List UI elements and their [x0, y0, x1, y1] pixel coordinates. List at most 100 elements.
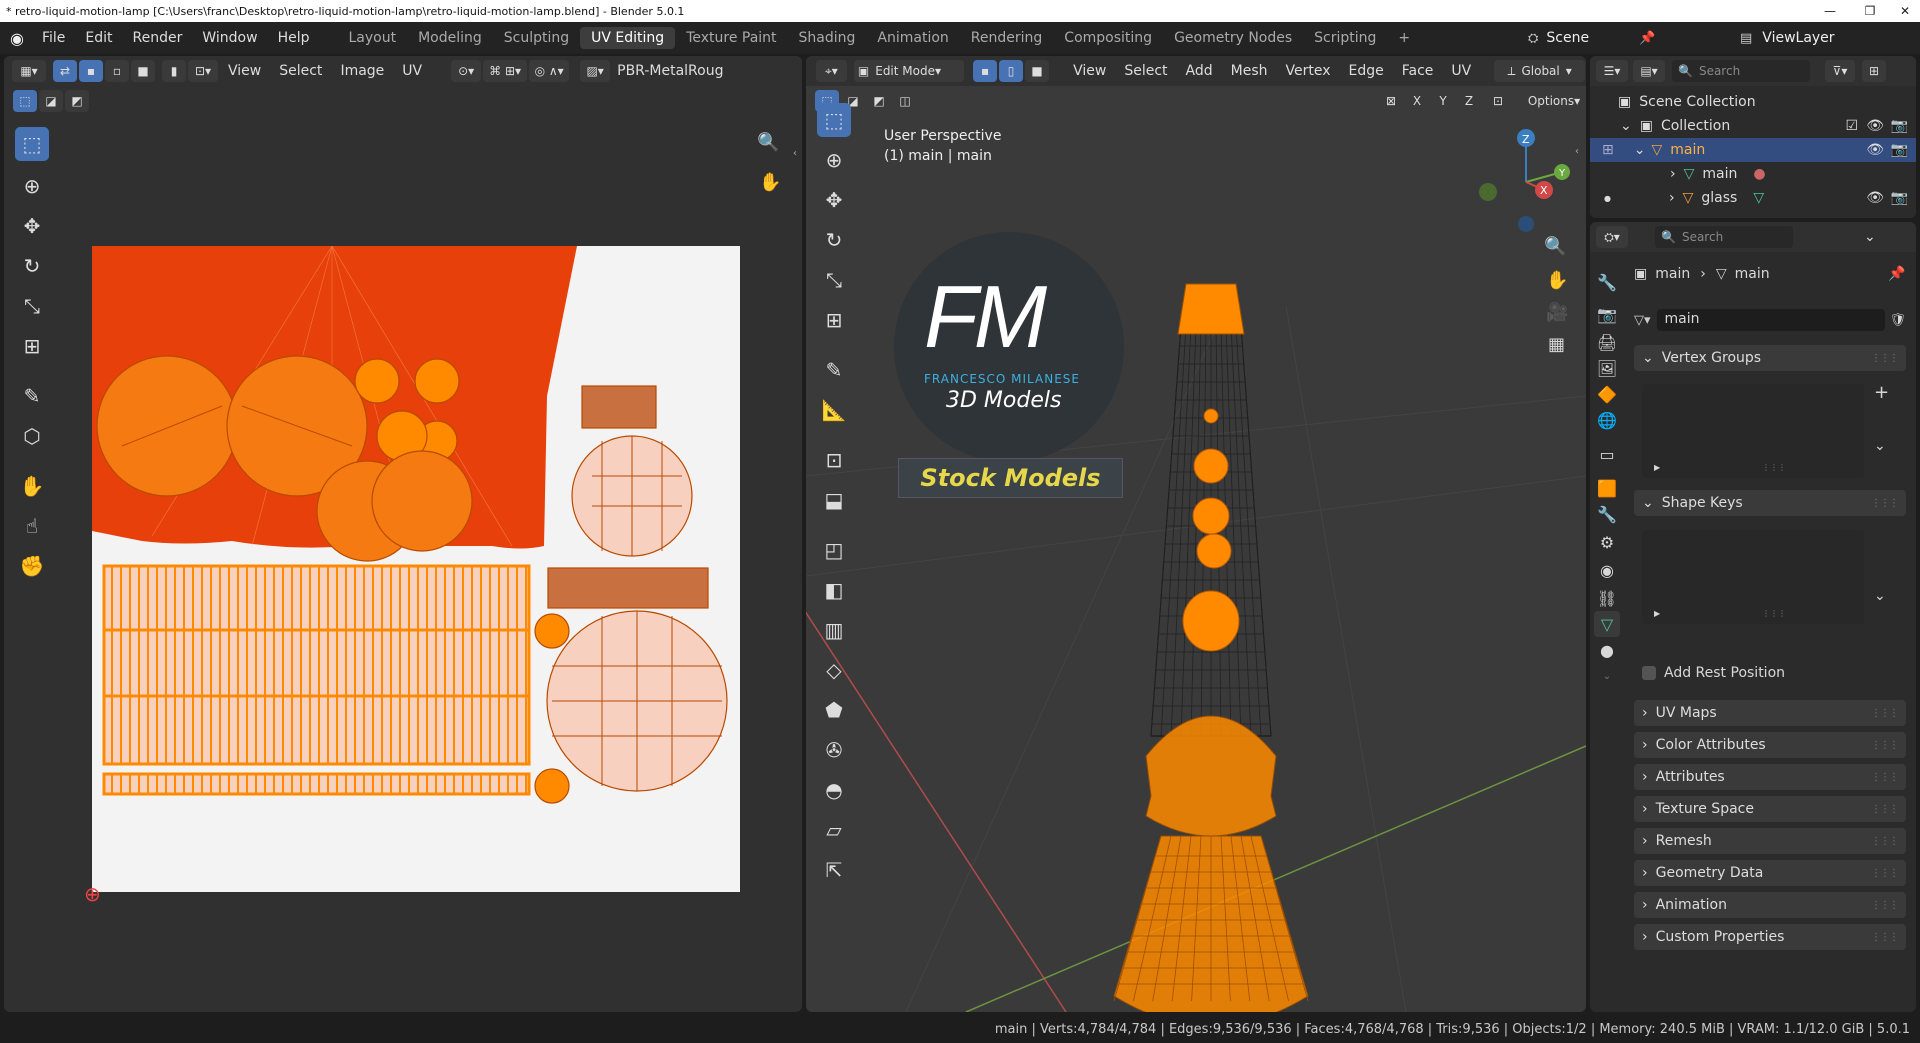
vp-tool-loopcut[interactable]: ▥	[817, 613, 851, 647]
data-block-selector[interactable]: ▽▾ main 🛡	[1634, 307, 1906, 333]
outliner-editor-type-icon[interactable]: ☰▾	[1596, 60, 1628, 82]
more-tabs-icon[interactable]: ⌄	[1594, 663, 1620, 689]
tool-grab[interactable]: ✋	[15, 469, 49, 503]
panel-shape-keys[interactable]: ⌄ Shape Keys ⋮⋮⋮	[1634, 490, 1906, 516]
vp-tool-knife[interactable]: ◇	[817, 653, 851, 687]
material-tab-icon[interactable]: ●	[1594, 637, 1620, 663]
tab-modeling[interactable]: Modeling	[407, 27, 493, 49]
select-extend-icon[interactable]: ◪	[39, 90, 63, 112]
props-editor-type-icon[interactable]: ⛭▾	[1596, 226, 1628, 248]
vp-tool-edge-slide[interactable]: ▱	[817, 813, 851, 847]
tab-uv-editing[interactable]: UV Editing	[580, 27, 676, 49]
menu-edit[interactable]: Edit	[75, 30, 122, 46]
vp-tool-extrude[interactable]: ⬓	[817, 483, 851, 517]
expand-arrow-icon[interactable]: ›	[1670, 166, 1676, 182]
uv-menu-image[interactable]: Image	[331, 63, 393, 79]
blender-logo-icon[interactable]: ◉	[0, 29, 32, 48]
render-camera-icon[interactable]: 📷	[1891, 118, 1908, 134]
tool-move[interactable]: ✥	[15, 209, 49, 243]
collection-tab-icon[interactable]: ▭	[1594, 441, 1620, 467]
view-layer-tab-icon[interactable]: 🖼	[1594, 355, 1620, 381]
add-vertex-group-button[interactable]: +	[1874, 382, 1889, 403]
tool-scale[interactable]: ⤡	[15, 289, 49, 323]
modifier-tab-icon[interactable]: 🔧	[1594, 501, 1620, 527]
pin-icon[interactable]: 📌	[1888, 266, 1905, 282]
vertex-groups-list[interactable]: ▶ ⋮⋮⋮	[1642, 384, 1864, 478]
expand-arrow-icon[interactable]: ›	[1669, 190, 1675, 206]
mode-toggle-icon[interactable]: ⊞	[1602, 142, 1614, 158]
collapse-arrow-icon[interactable]: ⌄	[1634, 142, 1646, 158]
vp-tool-shrink[interactable]: ⇱	[817, 853, 851, 887]
vertex-select-icon[interactable]: ▪	[79, 60, 103, 82]
tab-compositing[interactable]: Compositing	[1053, 27, 1163, 49]
panel-attributes[interactable]: › Attributes ⋮⋮⋮	[1634, 764, 1906, 790]
scene-selector[interactable]: ⛭ Scene 📌	[1528, 26, 1698, 50]
vp-pan-icon[interactable]: ✋	[1546, 270, 1568, 291]
uv-menu-view[interactable]: View	[219, 63, 270, 79]
tool-transform[interactable]: ⊞	[15, 329, 49, 363]
props-options-icon[interactable]: ⌄	[1864, 229, 1876, 245]
vp-tool-measure[interactable]: 📐	[817, 393, 851, 427]
panel-geometry-data[interactable]: › Geometry Data ⋮⋮⋮	[1634, 860, 1906, 886]
pan-hand-icon[interactable]: ✋	[759, 172, 781, 193]
vp-tool-bevel[interactable]: ◧	[817, 573, 851, 607]
ortho-grid-icon[interactable]: ▦	[1548, 334, 1565, 355]
vp-tool-annotate[interactable]: ✎	[817, 353, 851, 387]
maximize-button[interactable]: ❐	[1850, 0, 1890, 22]
panel-animation[interactable]: › Animation ⋮⋮⋮	[1634, 892, 1906, 918]
pin-icon[interactable]: 📌	[1639, 31, 1655, 46]
image-name[interactable]: PBR-MetalRoug	[617, 63, 723, 79]
vp-tool-move[interactable]: ✥	[817, 183, 851, 217]
tab-animation[interactable]: Animation	[866, 27, 959, 49]
panel-remesh[interactable]: › Remesh ⋮⋮⋮	[1634, 828, 1906, 854]
tab-rendering[interactable]: Rendering	[960, 27, 1054, 49]
panel-color-attributes[interactable]: › Color Attributes ⋮⋮⋮	[1634, 732, 1906, 758]
object-tab-icon[interactable]: 🟧	[1594, 475, 1620, 501]
pivot-icon[interactable]: ⊙▾	[451, 60, 482, 82]
vp-tool-scale[interactable]: ⤡	[817, 263, 851, 297]
navigation-gizmo[interactable]: Z Y X	[1476, 122, 1576, 232]
vp-tool-cursor[interactable]: ⊕	[817, 143, 851, 177]
camera-icon[interactable]: 🎥	[1546, 302, 1568, 323]
vp-tool-inset[interactable]: ◰	[817, 533, 851, 567]
panel-custom-properties[interactable]: › Custom Properties ⋮⋮⋮	[1634, 924, 1906, 950]
display-mode-icon[interactable]: ▤▾	[1633, 60, 1665, 82]
outliner-item-glass[interactable]: ● › ▽ glass ▽ 👁 📷	[1590, 186, 1916, 210]
visibility-eye-icon[interactable]: 👁	[1866, 118, 1884, 134]
image-browse-icon[interactable]: ▨▾	[580, 60, 611, 82]
list-expand-icon[interactable]: ▶	[1654, 609, 1660, 618]
collection-row[interactable]: ⌄ ▣ Collection ☑ 👁 📷	[1590, 114, 1916, 138]
tab-scripting[interactable]: Scripting	[1303, 27, 1387, 49]
island-select-icon[interactable]: ▮	[162, 60, 186, 82]
data-tab-icon[interactable]: ▽	[1594, 611, 1620, 637]
vp-tool-add-cube[interactable]: ⊡	[817, 443, 851, 477]
particles-tab-icon[interactable]: ⚙	[1594, 529, 1620, 555]
data-name-field[interactable]: main	[1656, 309, 1886, 331]
add-rest-position-checkbox[interactable]: Add Rest Position	[1642, 665, 1785, 681]
vp-tool-poly-build[interactable]: ⬟	[817, 693, 851, 727]
sidebar-toggle-icon[interactable]: ‹	[793, 148, 797, 159]
tool-cursor[interactable]: ⊕	[15, 169, 49, 203]
new-collection-icon[interactable]: ⊞	[1862, 60, 1886, 82]
scene-tab-icon[interactable]: 🔶	[1594, 381, 1620, 407]
lamp-mesh[interactable]	[1086, 276, 1336, 1012]
uv-menu-uv[interactable]: UV	[393, 63, 431, 79]
fake-user-shield-icon[interactable]: 🛡	[1889, 313, 1906, 328]
tool-tab-icon[interactable]: 🔧	[1594, 269, 1620, 295]
close-button[interactable]: ✕	[1885, 0, 1920, 22]
shape-key-specials-button[interactable]: ⌄	[1874, 588, 1886, 604]
edge-select-icon[interactable]: ▫	[105, 60, 129, 82]
minimize-button[interactable]: —	[1810, 0, 1850, 22]
render-camera-icon[interactable]: 📷	[1891, 190, 1908, 206]
scene-collection-row[interactable]: ▣ Scene Collection	[1590, 90, 1916, 114]
outliner-item-main[interactable]: ⊞ ⌄ ▽ main 👁 📷	[1590, 138, 1916, 162]
tool-rip[interactable]: ⬡	[15, 419, 49, 453]
select-box-icon[interactable]: ⬚	[13, 90, 37, 112]
uv-image-canvas[interactable]	[92, 246, 740, 892]
menu-window[interactable]: Window	[192, 30, 267, 46]
render-camera-icon[interactable]: 📷	[1891, 142, 1908, 158]
3d-viewport[interactable]: ⌖▾ ▣ Edit Mode ▾ ▪ ▯ ■ View Select Add M…	[806, 56, 1586, 1012]
editor-type-icon[interactable]: ▦▾	[12, 60, 46, 82]
outliner-search[interactable]: 🔍 Search	[1672, 60, 1810, 82]
checkbox-icon[interactable]: ☑	[1845, 118, 1858, 134]
